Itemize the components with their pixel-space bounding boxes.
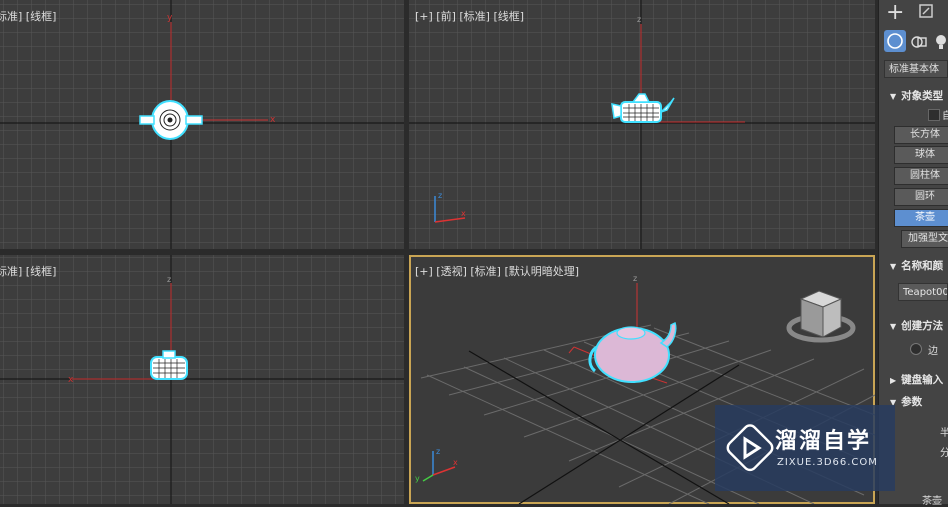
gizmo-x-label: x — [270, 115, 276, 125]
collapse-arrow-icon: ▼ — [890, 92, 897, 101]
persp-axis-a — [468, 350, 730, 504]
object-type-button-1[interactable]: 球体 — [894, 146, 948, 164]
creation-method-header[interactable]: ▼ 创建方法 — [890, 318, 943, 333]
viewport-front-label[interactable]: [+] [前] [标准] [线框] — [415, 8, 524, 24]
param-label-segments: 分 — [940, 448, 948, 459]
creation-method-radio[interactable] — [910, 343, 922, 355]
gizmo-z-label: z — [637, 15, 641, 24]
object-type-button-2[interactable]: 圆柱体 — [894, 167, 948, 185]
viewport-top-label[interactable]: 标准] [线框] — [0, 8, 56, 24]
watermark: 溜溜自学 ZIXUE.3D66.COM — [715, 405, 895, 491]
autogrid-checkbox[interactable] — [928, 109, 940, 121]
geometry-icon[interactable] — [884, 30, 906, 52]
svg-text:x: x — [461, 209, 466, 218]
view-cube[interactable] — [786, 290, 856, 343]
gizmo-x-label: x — [68, 375, 74, 385]
autogrid-label: 自 — [942, 111, 948, 122]
collapse-arrow-icon: ▼ — [890, 322, 897, 331]
param-label-radius: 半 — [940, 428, 948, 439]
category-dropdown[interactable]: 标准基本体 — [884, 60, 948, 78]
object-type-button-5[interactable]: 加强型文 — [901, 230, 948, 248]
gizmo-y-label: y — [167, 13, 173, 23]
watermark-logo-icon — [726, 424, 774, 472]
viewport-left-label[interactable]: 标准] [线框] — [0, 263, 56, 279]
svg-text:x: x — [453, 458, 458, 467]
viewport-left[interactable]: x z 标准] [线框] — [0, 255, 404, 504]
viewport-top[interactable]: x y 标准] [线框] — [0, 0, 404, 249]
svg-text:y: y — [415, 474, 420, 483]
param-bottom-label: 茶壶 — [922, 496, 942, 507]
svg-text:z: z — [436, 447, 440, 456]
svg-text:z: z — [438, 191, 442, 200]
lights-icon[interactable] — [934, 33, 948, 54]
object-type-button-4[interactable]: 茶壶 — [894, 209, 948, 227]
collapse-arrow-icon: ▼ — [890, 262, 897, 271]
shapes-icon[interactable] — [910, 33, 928, 54]
viewport-front[interactable]: z z x [+] [前] [标准] [线框] — [409, 0, 875, 249]
gizmo-z-label: z — [167, 275, 171, 284]
front-grid: z z x — [409, 0, 875, 249]
modify-tab-icon[interactable] — [918, 3, 934, 23]
persp-axis-b — [518, 364, 740, 504]
object-type-button-3[interactable]: 圆环 — [894, 188, 948, 206]
keyboard-entry-header[interactable]: ▶ 键盘输入 — [890, 372, 943, 387]
persp-axis-tripod: z x y — [415, 447, 458, 483]
watermark-subtitle: ZIXUE.3D66.COM — [777, 457, 878, 468]
gizmo-z-label: z — [633, 274, 637, 283]
name-color-header[interactable]: ▼ 名称和颜 — [890, 258, 943, 273]
object-name-field[interactable]: Teapot00 — [898, 283, 948, 301]
left-grid: x z — [0, 255, 404, 504]
create-tab-plus-icon[interactable]: + — [886, 0, 904, 25]
top-grid: x y — [0, 0, 404, 249]
watermark-title: 溜溜自学 — [775, 429, 872, 454]
viewport-perspective-label[interactable]: [+] [透视] [标准] [默认明暗处理] — [415, 263, 579, 279]
object-type-header[interactable]: ▼ 对象类型 — [890, 88, 943, 103]
expand-arrow-icon: ▶ — [890, 376, 897, 385]
object-type-button-0[interactable]: 长方体 — [894, 126, 948, 144]
creation-method-option: 边 — [928, 346, 938, 357]
